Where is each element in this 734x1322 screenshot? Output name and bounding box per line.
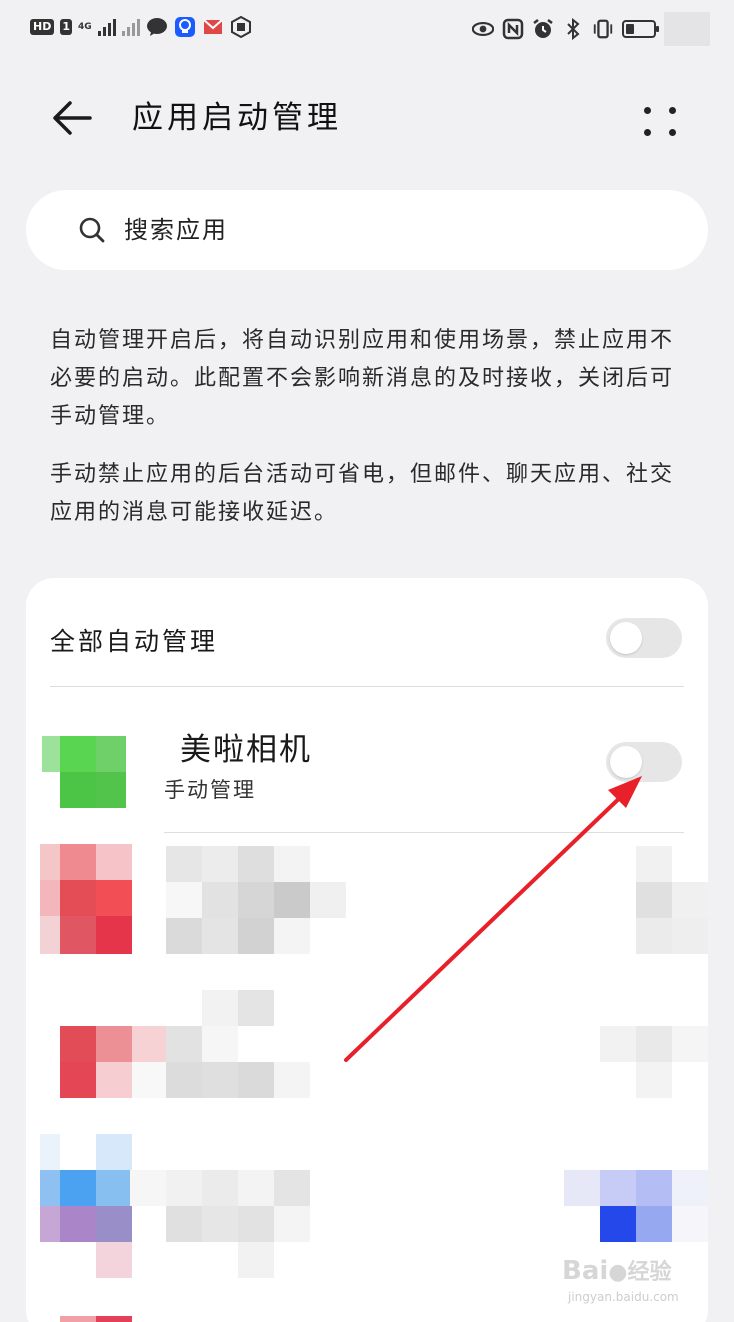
bluetooth-icon (562, 18, 584, 40)
blurred-toggle (600, 990, 708, 1100)
blurred-app-name (166, 990, 310, 1100)
header: 应用启动管理 (0, 88, 734, 148)
divider (50, 686, 684, 687)
page-title: 应用启动管理 (132, 100, 342, 136)
signal-2-icon (121, 18, 140, 36)
eye-icon (472, 18, 494, 40)
blurred-toggle (564, 1170, 708, 1242)
more-options-button[interactable] (636, 96, 684, 144)
battery-icon (622, 20, 659, 38)
status-bar-left: HD 1 4G (30, 16, 252, 38)
back-button[interactable] (48, 94, 100, 142)
back-arrow-icon (53, 101, 92, 135)
hand-icon (230, 16, 252, 38)
wechat-icon (146, 16, 168, 38)
alarm-icon (532, 18, 554, 40)
more-dot (644, 107, 651, 114)
blurred-toggle (600, 846, 708, 954)
blurred-app-name (166, 846, 346, 956)
watermark-brand: Bai (562, 1256, 609, 1286)
blurred-app-icon (40, 844, 132, 954)
watermark-suffix: 经验 (627, 1260, 672, 1285)
status-bar-right (472, 12, 710, 46)
app-list-card: 全部自动管理 美啦相机 手动管理 (26, 578, 708, 1322)
description-auto-manage: 自动管理开启后，将自动识别应用和使用场景，禁止应用不必要的启动。此配置不会影响新… (50, 328, 675, 429)
battery-level-fill (626, 24, 634, 34)
sim-badge: 1 (60, 19, 72, 35)
app-icon-meila-camera (42, 736, 126, 808)
description-manual-manage: 手动禁止应用的后台活动可省电，但邮件、聊天应用、社交应用的消息可能接收延迟。 (50, 462, 675, 525)
more-dot (669, 129, 676, 136)
more-dot (669, 107, 676, 114)
app-auto-manage-toggle[interactable] (606, 742, 682, 782)
blurred-app-name (130, 1170, 310, 1280)
divider (164, 832, 684, 833)
mail-icon (202, 16, 224, 38)
app-name: 美啦相机 (180, 732, 312, 768)
all-auto-manage-label: 全部自动管理 (50, 627, 219, 656)
all-auto-manage-toggle[interactable] (606, 618, 682, 658)
app-management-mode: 手动管理 (164, 778, 256, 802)
bulb-icon (174, 16, 196, 38)
blurred-area (664, 12, 710, 46)
watermark-url: jingyan.baidu.com (568, 1290, 679, 1304)
search-bar[interactable] (26, 190, 708, 270)
blurred-app-icon (60, 1316, 132, 1322)
more-dot (644, 129, 651, 136)
vibrate-icon (592, 18, 614, 40)
watermark-logo: Bai●经验 (562, 1254, 672, 1286)
toggle-knob (610, 622, 642, 654)
hd-badge: HD (30, 19, 55, 35)
network-type: 4G (78, 21, 92, 32)
status-bar: HD 1 4G (0, 0, 734, 60)
search-icon (79, 217, 105, 243)
nfc-icon (502, 18, 524, 40)
search-input[interactable] (124, 208, 684, 252)
paw-icon: ● (608, 1260, 628, 1285)
signal-icon (97, 18, 116, 36)
toggle-knob (610, 746, 642, 778)
